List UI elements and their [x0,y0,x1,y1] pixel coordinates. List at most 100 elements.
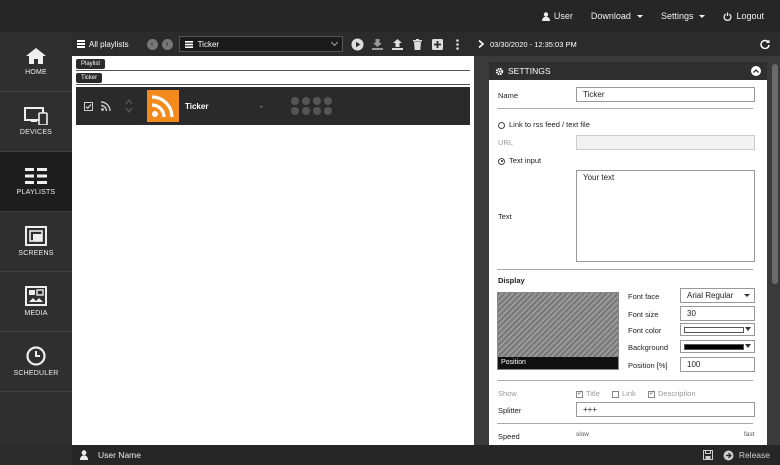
schedule-icon[interactable] [301,107,310,115]
chevron-right-icon[interactable] [478,40,484,48]
url-input[interactable] [576,135,755,150]
playlist-row[interactable]: Ticker - [76,87,470,125]
settings-header: SETTINGS [489,62,767,80]
font-size-input[interactable]: 30 [680,306,755,321]
sidebar-item-playlists[interactable]: PLAYLISTS [0,152,72,212]
ticker-tag: Ticker [76,73,103,83]
show-link-option[interactable]: Link [612,389,636,398]
link-option[interactable]: Link to rss feed / text file [498,120,590,129]
sidebar-item-scheduler[interactable]: SCHEDULER [0,332,72,392]
shuffle-icon[interactable] [323,107,332,115]
next-arrow-icon[interactable]: › [161,38,173,50]
playlist-tag: Playlist [76,59,106,69]
radio-selected-icon [498,157,505,165]
play-icon [351,38,364,50]
logout-button[interactable]: Logout [723,11,764,21]
row-duration: - [260,101,263,111]
add-item-button[interactable] [431,37,445,51]
display-heading: Display [498,276,525,285]
text-input-option[interactable]: Text input [498,156,541,165]
show-title-option[interactable]: Title [576,389,600,398]
sidebar-item-home[interactable]: HOME [0,32,72,92]
splitter-input[interactable]: +++ [576,402,755,417]
playlist-select[interactable]: Ticker [178,36,343,52]
font-color-picker[interactable] [680,323,755,336]
row-actions [290,97,333,115]
save-icon[interactable] [702,450,713,460]
background-label: Background [628,343,669,352]
sidebar-item-screens[interactable]: SCREENS [0,212,72,272]
collapse-button[interactable] [751,66,761,76]
checkbox-icon [648,389,655,398]
font-face-label: Font face [628,292,660,301]
all-playlists-button[interactable]: All playlists [77,40,129,49]
divider [497,380,753,381]
volume-icon[interactable] [290,107,299,115]
font-face-value: Arial Regular [687,291,734,300]
settings-menu[interactable]: Settings [661,11,706,21]
playlist-toolbar: All playlists ‹ › Ticker [72,32,474,56]
reorder-arrows-icon[interactable] [125,98,133,114]
show-description-label: Description [658,389,696,398]
refresh-icon[interactable] [760,39,770,49]
clock-icon[interactable] [301,97,310,105]
background-color-swatch [684,344,744,350]
lock-icon[interactable] [290,97,299,105]
radio-icon [498,121,505,129]
scheduler-icon [26,346,46,366]
url-label: URL [498,138,514,147]
list-icon [77,40,85,48]
scrollbar[interactable] [772,64,778,284]
playlist-icon [184,40,193,48]
checkbox-icon [612,390,619,398]
upload-button[interactable] [391,37,405,51]
more-options-button[interactable] [451,37,465,51]
sidebar-item-label: DEVICES [19,129,53,136]
font-color-label: Font color [628,326,662,335]
background-color-picker[interactable] [680,340,755,353]
rss-icon [101,101,111,111]
sidebar-item-label: HOME [25,69,47,76]
divider [76,84,470,85]
top-bar: User Download Settings Logout [0,0,780,32]
sidebar: HOME DEVICES PLAYLISTS SCREENS MEDIA SCH… [0,32,72,445]
delete-button[interactable] [411,37,425,51]
text-area[interactable]: Your text [576,170,755,262]
play-button[interactable] [351,37,365,51]
display-preview: Position [497,292,619,370]
previous-arrow-icon[interactable]: ‹ [146,38,158,50]
divider [497,423,753,424]
media-icon [25,286,47,306]
divider [497,269,753,270]
all-playlists-label: All playlists [89,39,129,49]
sidebar-item-media[interactable]: MEDIA [0,272,72,332]
status-bar: User Name Release [72,445,780,465]
sidebar-item-label: SCREENS [18,250,54,257]
download-menu[interactable]: Download [591,11,643,21]
details-panel: 03/30/2020 - 12:35:03 PM SETTINGS Name T… [474,32,780,445]
show-link-label: Link [622,389,636,398]
sidebar-item-devices[interactable]: DEVICES [0,92,72,152]
checkbox-icon[interactable] [84,101,93,111]
more-vertical-icon [456,38,459,50]
font-face-select[interactable]: Arial Regular [680,288,755,303]
release-button[interactable]: Release [739,450,770,460]
text-label: Text [498,212,512,221]
disable-icon[interactable] [323,97,332,105]
gear-icon [495,67,504,75]
rss-feed-icon [151,95,174,118]
settings-card: SETTINGS Name Ticker Link to rss feed / … [489,62,767,445]
download-button[interactable] [371,37,385,51]
user-icon [80,450,88,460]
star-icon[interactable] [312,97,321,105]
copy-icon[interactable] [312,107,321,115]
user-menu[interactable]: User [541,11,573,21]
chevron-up-icon [753,69,759,73]
row-title: Ticker [185,101,209,111]
position-input[interactable]: 100 [680,357,755,372]
name-input[interactable]: Ticker [576,87,755,102]
show-description-option[interactable]: Description [648,389,696,398]
divider [76,70,470,71]
download-label: Download [590,11,631,21]
download-icon [372,38,384,50]
